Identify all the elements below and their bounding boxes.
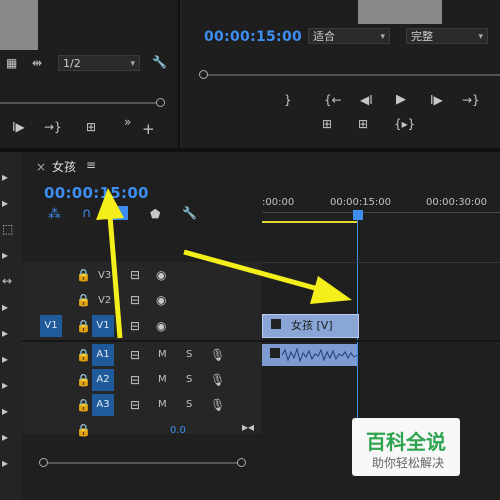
arrow-shaft-2	[183, 249, 323, 293]
watermark-subtitle: 助你轻松解决	[372, 456, 445, 470]
arrow-head-1	[96, 188, 124, 220]
watermark-logo: 百科全说 助你轻松解决	[352, 418, 460, 476]
arrow-head-2	[310, 276, 352, 304]
watermark-title: 百科全说	[366, 430, 446, 454]
arrow-shaft-1	[107, 215, 123, 339]
